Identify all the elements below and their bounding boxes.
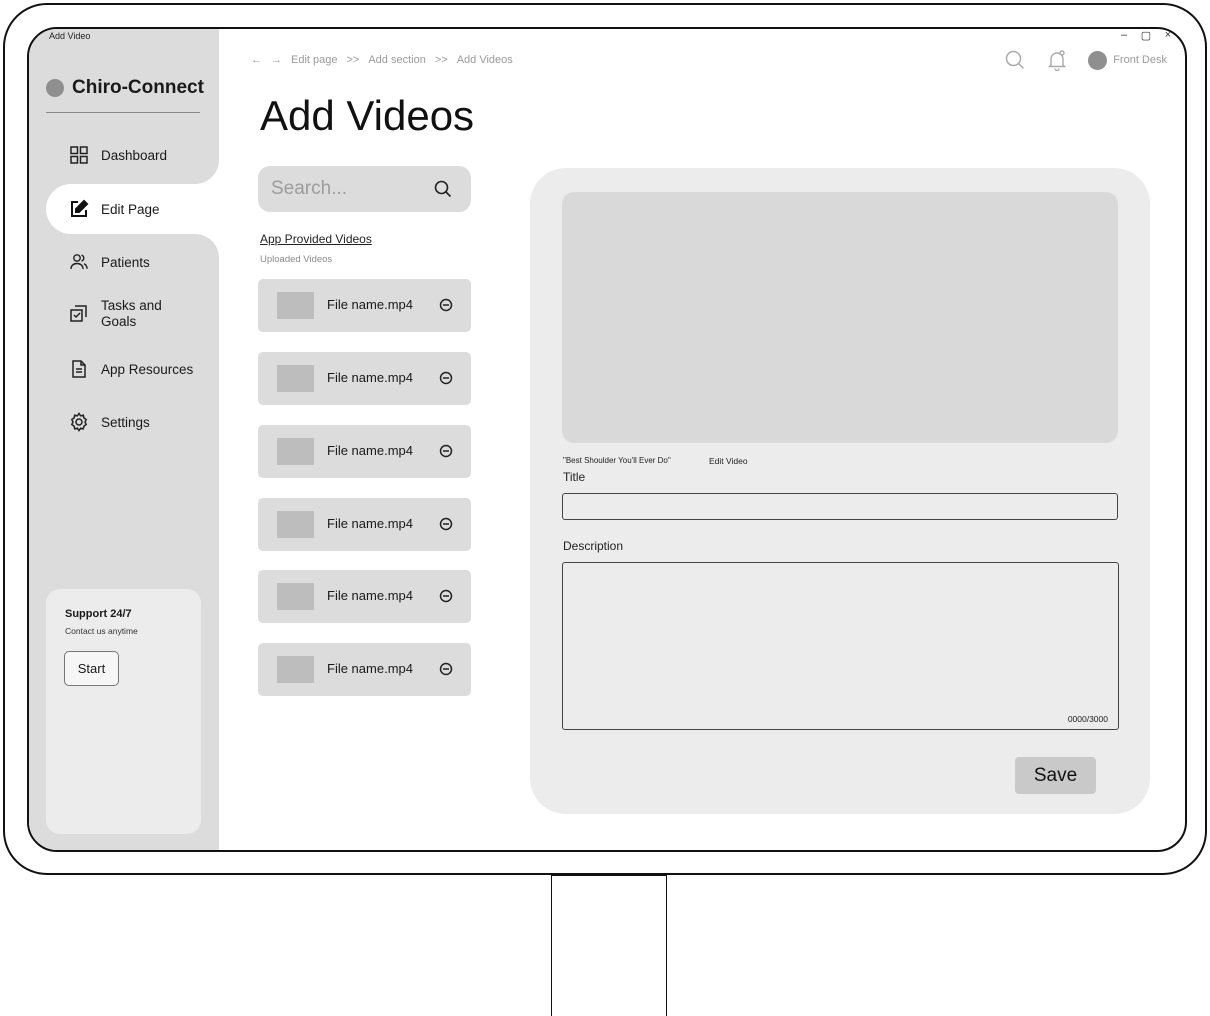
search-icon[interactable] — [1004, 49, 1026, 71]
remove-icon[interactable] — [439, 444, 453, 458]
breadcrumb-item[interactable]: Edit page — [291, 54, 337, 66]
sidebar-item-edit-page[interactable]: Edit Page — [69, 199, 160, 219]
file-name: File name.mp4 — [327, 443, 413, 458]
file-list-item[interactable]: File name.mp4 — [258, 279, 471, 332]
close-button[interactable]: × — [1157, 29, 1179, 42]
video-preview[interactable] — [562, 192, 1118, 443]
description-label: Description — [563, 539, 624, 553]
video-thumbnail — [277, 438, 314, 465]
monitor-stand — [551, 875, 667, 1016]
file-list-item[interactable]: File name.mp4 — [258, 425, 471, 478]
character-count: 0000/3000 — [1067, 714, 1108, 724]
video-thumbnail — [277, 656, 314, 683]
description-field[interactable]: 0000/3000 — [562, 562, 1119, 730]
sidebar-item-patients[interactable]: Patients — [69, 252, 150, 272]
window-title: Add Video — [49, 31, 91, 41]
brand-logo — [46, 79, 64, 97]
file-name: File name.mp4 — [327, 516, 413, 531]
grid-icon — [70, 146, 88, 164]
brand: Chiro-Connect — [46, 77, 204, 99]
brand-divider — [46, 112, 200, 113]
back-arrow-icon[interactable]: ← — [251, 54, 262, 66]
gear-icon — [70, 412, 88, 432]
sidebar-item-label: App Resources — [101, 361, 194, 377]
document-icon — [72, 360, 86, 378]
breadcrumb-separator-icon: >> — [434, 54, 448, 66]
sidebar: Chiro-Connect Dashboard Edit Page Patien… — [29, 29, 219, 850]
video-thumbnail — [277, 511, 314, 538]
brand-name: Chiro-Connect — [72, 77, 204, 98]
sidebar-item-dashboard[interactable]: Dashboard — [69, 145, 167, 165]
file-name: File name.mp4 — [327, 588, 413, 603]
support-subtitle: Contact us anytime — [65, 626, 138, 636]
sidebar-item-label: Edit Page — [101, 201, 160, 217]
support-card: Support 24/7 Contact us anytime Start — [46, 589, 201, 834]
video-thumbnail — [277, 292, 314, 319]
video-caption: "Best Shoulder You'll Ever Do" — [563, 456, 671, 465]
remove-icon[interactable] — [439, 371, 453, 385]
sidebar-item-label: Tasks and Goals — [101, 298, 162, 329]
search-icon[interactable] — [433, 179, 453, 199]
file-name: File name.mp4 — [327, 661, 413, 676]
title-field[interactable] — [562, 493, 1118, 520]
remove-icon[interactable] — [439, 517, 453, 531]
save-button[interactable]: Save — [1015, 757, 1096, 794]
window-controls: – ▢ × — [1113, 29, 1179, 42]
tab-app-provided-videos[interactable]: App Provided Videos — [260, 232, 372, 246]
minimize-button[interactable]: – — [1113, 29, 1135, 42]
user-menu[interactable]: Front Desk — [1088, 50, 1167, 70]
file-name: File name.mp4 — [327, 297, 413, 312]
sidebar-item-label: Settings — [101, 414, 150, 430]
sidebar-item-label: Patients — [101, 254, 150, 270]
title-label: Title — [563, 470, 586, 484]
video-thumbnail — [277, 583, 314, 610]
sidebar-item-label: Dashboard — [101, 147, 168, 163]
page-title: Add Videos — [260, 92, 475, 139]
restore-button[interactable]: ▢ — [1135, 29, 1157, 42]
edit-icon — [71, 199, 89, 217]
search-box — [258, 166, 471, 212]
edit-video-link[interactable]: Edit Video — [709, 456, 748, 466]
support-start-button[interactable]: Start — [64, 651, 119, 686]
user-name: Front Desk — [1113, 54, 1167, 66]
sidebar-item-app-resources[interactable]: App Resources — [69, 359, 193, 379]
video-editor-panel: "Best Shoulder You'll Ever Do" Edit Vide… — [530, 168, 1150, 814]
file-list-item[interactable]: File name.mp4 — [258, 570, 471, 623]
users-icon — [70, 254, 88, 270]
forward-arrow-icon[interactable]: → — [271, 54, 282, 66]
breadcrumb-item[interactable]: Add section — [368, 54, 425, 66]
breadcrumb-item[interactable]: Add Videos — [457, 54, 513, 66]
file-name: File name.mp4 — [327, 370, 413, 385]
remove-icon[interactable] — [439, 589, 453, 603]
bell-icon[interactable] — [1046, 49, 1068, 71]
avatar — [1088, 50, 1108, 70]
tab-uploaded-videos[interactable]: Uploaded Videos — [260, 254, 332, 265]
top-bar-actions: Front Desk — [1004, 49, 1167, 71]
file-list-item[interactable]: File name.mp4 — [258, 352, 471, 405]
sidebar-item-settings[interactable]: Settings — [69, 412, 150, 432]
file-list-item[interactable]: File name.mp4 — [258, 498, 471, 551]
app-window: Chiro-Connect Dashboard Edit Page Patien… — [27, 27, 1187, 852]
breadcrumb: ← → Edit page >> Add section >> Add Vide… — [251, 54, 513, 66]
support-title: Support 24/7 — [65, 608, 132, 620]
remove-icon[interactable] — [439, 662, 453, 676]
sidebar-item-tasks[interactable]: Tasks and Goals — [69, 298, 171, 330]
tasks-icon — [70, 305, 87, 322]
remove-icon[interactable] — [439, 298, 453, 312]
video-thumbnail — [277, 365, 314, 392]
search-input[interactable] — [271, 175, 421, 203]
breadcrumb-separator-icon: >> — [346, 54, 360, 66]
file-list-item[interactable]: File name.mp4 — [258, 643, 471, 696]
